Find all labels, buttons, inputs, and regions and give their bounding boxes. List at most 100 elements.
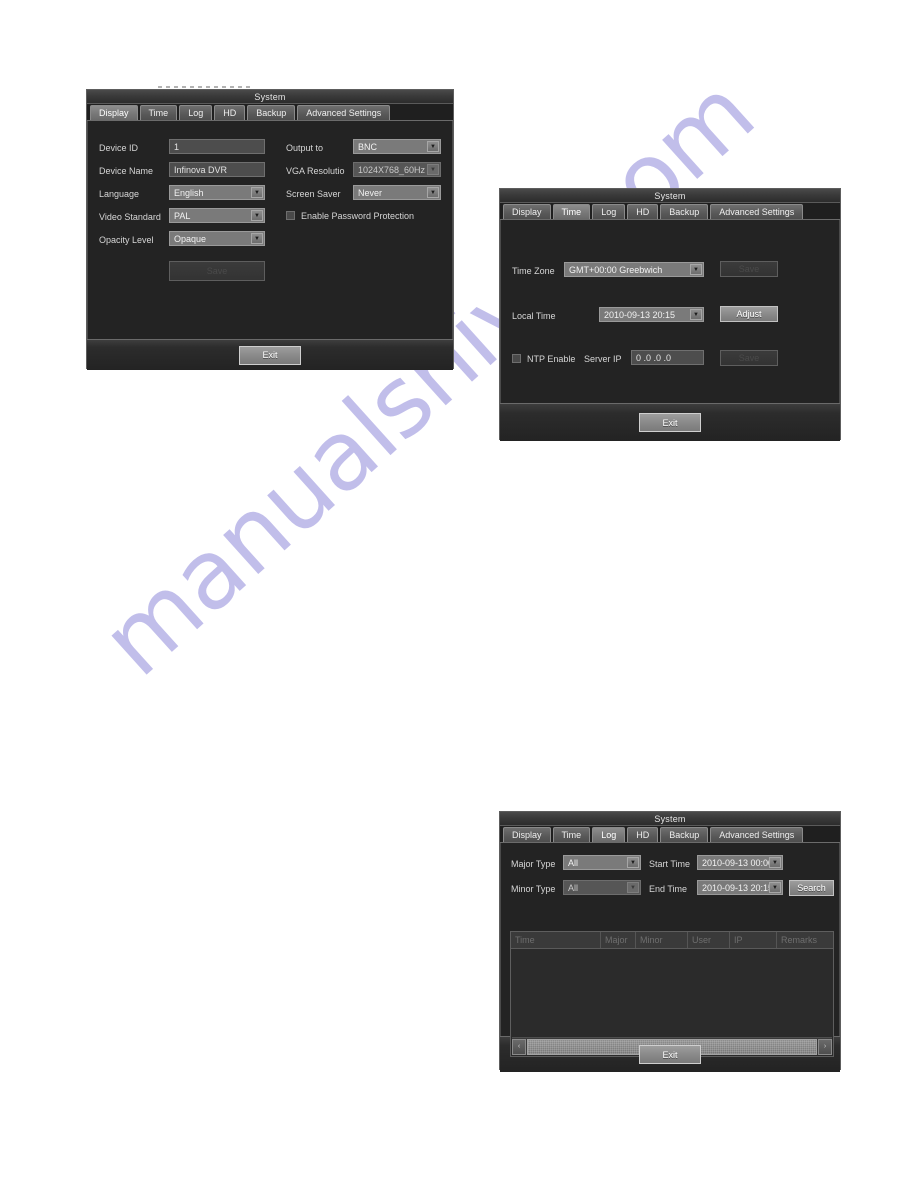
video-standard-label: Video Standard: [99, 212, 161, 222]
scan-artifact-line: [158, 86, 250, 88]
time-dialog-footer: Exit: [500, 403, 840, 441]
column-header-ip[interactable]: IP: [730, 932, 777, 948]
device-name-input[interactable]: Infinova DVR: [169, 162, 265, 177]
tab-advanced-settings[interactable]: Advanced Settings: [297, 105, 391, 120]
scroll-left-icon[interactable]: ‹: [512, 1038, 526, 1055]
tab-time[interactable]: Time: [139, 105, 178, 120]
end-time-select[interactable]: 2010-09-13 20:15 ▼: [697, 880, 783, 895]
display-dialog-title: System: [254, 91, 286, 102]
major-type-select[interactable]: All ▼: [563, 855, 641, 870]
language-select[interactable]: English ▼: [169, 185, 265, 200]
search-button[interactable]: Search: [789, 880, 834, 896]
device-id-input[interactable]: 1: [169, 139, 265, 154]
time-zone-label: Time Zone: [512, 266, 555, 276]
chevron-down-icon[interactable]: ▼: [427, 187, 439, 198]
tab-hd[interactable]: HD: [214, 105, 246, 120]
tab-time[interactable]: Time: [552, 204, 591, 219]
chevron-down-icon[interactable]: ▼: [251, 210, 263, 221]
tab-log[interactable]: Log: [179, 105, 213, 120]
vga-resolution-select[interactable]: 1024X768_60Hz ▼: [353, 162, 441, 177]
ntp-enable-label: NTP Enable: [527, 354, 576, 364]
scroll-right-icon[interactable]: ›: [818, 1038, 832, 1055]
language-label: Language: [99, 189, 140, 199]
tab-backup[interactable]: Backup: [247, 105, 296, 120]
chevron-down-icon[interactable]: ▼: [251, 233, 263, 244]
screen-saver-select[interactable]: Never ▼: [353, 185, 441, 200]
opacity-level-value: Opaque: [174, 233, 207, 244]
tab-hd[interactable]: HD: [627, 827, 659, 842]
start-time-select[interactable]: 2010-09-13 00:00 ▼: [697, 855, 783, 870]
save-button[interactable]: Save: [169, 261, 265, 281]
chevron-down-icon[interactable]: ▼: [627, 857, 639, 868]
tab-advanced-settings[interactable]: Advanced Settings: [710, 827, 804, 842]
chevron-down-icon[interactable]: ▼: [427, 141, 439, 152]
screen-saver-label: Screen Saver: [286, 189, 341, 199]
column-header-minor[interactable]: Minor: [636, 932, 688, 948]
chevron-down-icon[interactable]: ▼: [769, 882, 781, 893]
time-zone-select[interactable]: GMT+00:00 Greebwich ▼: [564, 262, 704, 277]
log-dialog-tabstrip: Display Time Log HD Backup Advanced Sett…: [500, 826, 840, 843]
tab-hd[interactable]: HD: [627, 204, 659, 219]
tab-log[interactable]: Log: [592, 204, 626, 219]
end-time-label: End Time: [649, 884, 688, 894]
column-header-remarks[interactable]: Remarks: [777, 932, 833, 948]
log-table-header: Time Major Minor User IP Remarks: [511, 932, 833, 949]
language-value: English: [174, 187, 204, 198]
chevron-down-icon[interactable]: ▼: [627, 882, 639, 893]
chevron-down-icon[interactable]: ▼: [690, 264, 702, 275]
enable-password-checkbox[interactable]: [286, 211, 295, 220]
vga-resolution-label: VGA Resolutio: [286, 166, 345, 176]
tab-advanced-settings[interactable]: Advanced Settings: [710, 204, 804, 219]
chevron-down-icon[interactable]: ▼: [769, 857, 781, 868]
device-name-label: Device Name: [99, 166, 154, 176]
time-zone-save-button[interactable]: Save: [720, 261, 778, 277]
local-time-value: 2010-09-13 20:15: [604, 309, 676, 320]
start-time-value: 2010-09-13 00:00: [702, 857, 774, 868]
ntp-enable-checkbox[interactable]: [512, 354, 521, 363]
adjust-button[interactable]: Adjust: [720, 306, 778, 322]
minor-type-value: All: [568, 882, 579, 893]
ntp-save-button[interactable]: Save: [720, 350, 778, 366]
local-time-select[interactable]: 2010-09-13 20:15 ▼: [599, 307, 704, 322]
server-ip-input[interactable]: 0 .0 .0 .0: [631, 350, 704, 365]
minor-type-select[interactable]: All ▼: [563, 880, 641, 895]
exit-button[interactable]: Exit: [639, 1045, 701, 1064]
end-time-value: 2010-09-13 20:15: [702, 882, 774, 893]
time-dialog-titlebar: System: [500, 189, 840, 203]
log-dialog-title: System: [654, 813, 686, 824]
video-standard-select[interactable]: PAL ▼: [169, 208, 265, 223]
exit-button[interactable]: Exit: [239, 345, 301, 365]
chevron-down-icon[interactable]: ▼: [690, 309, 702, 320]
log-table-rows: [511, 949, 833, 1036]
chevron-down-icon[interactable]: ▼: [427, 164, 439, 175]
time-zone-value: GMT+00:00 Greebwich: [569, 264, 663, 275]
tab-display[interactable]: Display: [503, 204, 551, 219]
screen-saver-value: Never: [358, 187, 383, 198]
time-dialog-title: System: [654, 190, 686, 201]
log-results-table: Time Major Minor User IP Remarks ‹ ›: [510, 931, 834, 1057]
opacity-level-select[interactable]: Opaque ▼: [169, 231, 265, 246]
minor-type-label: Minor Type: [511, 884, 556, 894]
tab-display[interactable]: Display: [90, 105, 138, 120]
tab-log[interactable]: Log: [592, 827, 626, 842]
column-header-major[interactable]: Major: [601, 932, 636, 948]
display-dialog-tabstrip: Display Time Log HD Backup Advanced Sett…: [87, 104, 453, 121]
opacity-level-label: Opacity Level: [99, 235, 154, 245]
vga-resolution-value: 1024X768_60Hz: [358, 164, 426, 175]
tab-time[interactable]: Time: [552, 827, 591, 842]
tab-display[interactable]: Display: [503, 827, 551, 842]
system-time-dialog: System Display Time Log HD Backup Advanc…: [499, 188, 841, 441]
display-dialog-body: Device ID 1 Device Name Infinova DVR Lan…: [87, 121, 453, 339]
output-to-value: BNC: [358, 141, 378, 152]
exit-button[interactable]: Exit: [639, 413, 701, 432]
column-header-user[interactable]: User: [688, 932, 730, 948]
display-dialog-footer: Exit: [87, 339, 453, 370]
log-dialog-titlebar: System: [500, 812, 840, 826]
column-header-time[interactable]: Time: [511, 932, 601, 948]
start-time-label: Start Time: [649, 859, 691, 869]
tab-backup[interactable]: Backup: [660, 204, 709, 219]
output-to-select[interactable]: BNC ▼: [353, 139, 441, 154]
chevron-down-icon[interactable]: ▼: [251, 187, 263, 198]
tab-backup[interactable]: Backup: [660, 827, 709, 842]
local-time-label: Local Time: [512, 311, 556, 321]
